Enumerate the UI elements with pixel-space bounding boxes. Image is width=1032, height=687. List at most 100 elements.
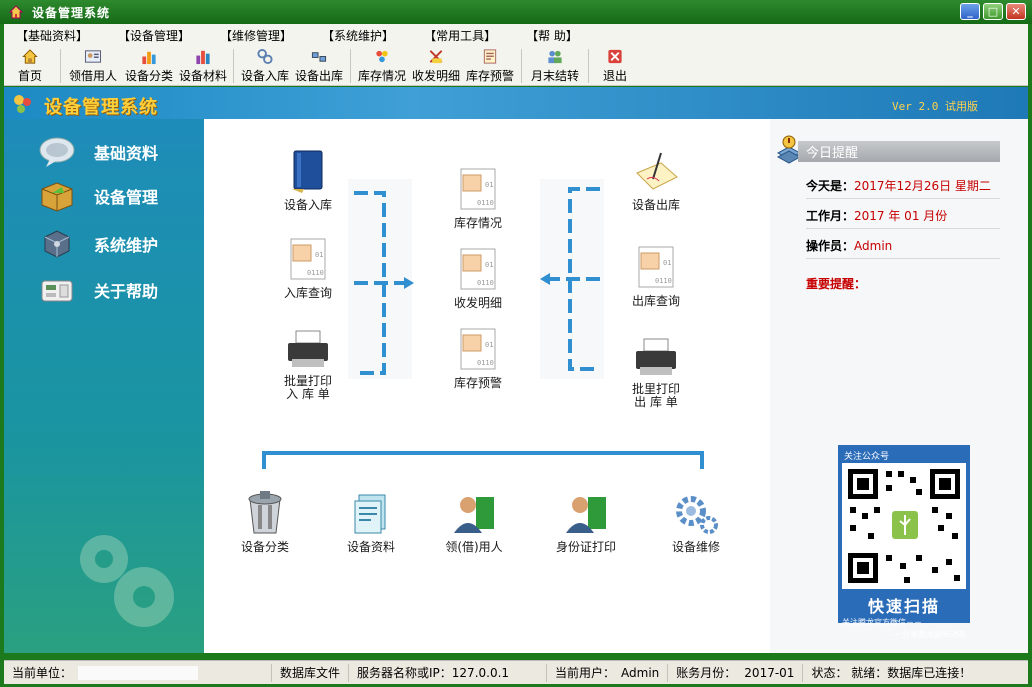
toolbar-inbound-button[interactable]: 设备入库 xyxy=(238,46,292,84)
svg-text:0110: 0110 xyxy=(655,277,672,285)
status-server: 服务器名称或IP：127.0.0.1 xyxy=(349,663,548,682)
app-icon xyxy=(8,5,24,19)
signing-icon xyxy=(636,152,678,190)
trash-can-icon xyxy=(248,491,282,534)
detail-icon xyxy=(429,50,443,64)
flow-stock[interactable]: 01 0110 库存情况 xyxy=(438,167,518,230)
title-bar: 设备管理系统 _ □ ✕ xyxy=(0,0,1032,24)
minimize-button[interactable]: _ xyxy=(960,3,980,20)
spreadsheet-icon: 01 0110 xyxy=(290,238,326,280)
stock-icon xyxy=(376,50,388,63)
inbound-icon xyxy=(257,48,273,65)
svg-text:01: 01 xyxy=(485,341,493,349)
toolbar-category-button[interactable]: 设备分类 xyxy=(121,46,177,84)
toolbar-monthend-button[interactable]: 月末结转 xyxy=(526,46,584,84)
toolbar-exit-button[interactable]: 退出 xyxy=(593,46,637,84)
cube-icon xyxy=(44,230,70,258)
maximize-button[interactable]: □ xyxy=(983,3,1003,20)
close-button[interactable]: ✕ xyxy=(1006,3,1026,20)
sidebar-item-equipment[interactable]: 设备管理 xyxy=(38,177,204,215)
person-book-icon xyxy=(566,497,606,533)
menu-basic-data[interactable]: 【基础资料】 xyxy=(16,27,88,44)
toolbar-materials-button[interactable]: 设备材料 xyxy=(177,46,229,84)
status-current-unit: 当前单位： xyxy=(4,663,272,682)
flow-outbound[interactable]: 设备出库 xyxy=(616,149,696,212)
svg-text:0110: 0110 xyxy=(477,279,494,287)
person-book-icon xyxy=(454,497,494,533)
menu-bar: 【基础资料】 【设备管理】 【维修管理】 【系统维护】 【常用工具】 【帮 助】 xyxy=(4,24,1028,46)
status-account-month: 账务月份： 2017-01 xyxy=(668,663,804,682)
sidebar: 基础资料 设备管理 系统维护 关于帮助 xyxy=(4,119,204,653)
reminder-panel: 今日提醒 今天是： 2017年12月26日 星期二 工作月： 2017 年 01… xyxy=(770,119,1028,653)
phone-icon xyxy=(41,280,73,302)
qr-scan-label: 快速扫描 xyxy=(867,597,940,616)
header-band: 设备管理系统 Ver 2.0 试用版 xyxy=(4,87,1028,119)
svg-text:01: 01 xyxy=(663,259,671,267)
brand-title: 设备管理系统 xyxy=(44,97,158,118)
box-icon xyxy=(41,182,73,212)
bottom-node-borrower[interactable]: 领(借)用人 xyxy=(438,491,510,554)
window-title: 设备管理系统 xyxy=(32,5,111,20)
outbound-icon xyxy=(311,52,327,62)
toolbar: 首页 领借用人 设备分类 设备材料 设备入库 设备出库 库存情况 收发明细 库存… xyxy=(4,46,1028,86)
toolbar-borrower-button[interactable]: 领借用人 xyxy=(65,46,121,84)
work-month-row: 工作月： 2017 年 01 月份 xyxy=(806,203,1000,229)
flow-warning[interactable]: 01 0110 库存预警 xyxy=(438,327,518,390)
qr-sub-label-1: 关注腾龙官方微信－－ xyxy=(842,618,922,627)
bottom-connector xyxy=(262,451,704,469)
sidebar-item-system[interactable]: 系统维护 xyxy=(38,225,204,263)
menu-maintenance[interactable]: 【维修管理】 xyxy=(220,27,292,44)
logo-icon xyxy=(14,95,31,113)
home-icon xyxy=(22,49,38,64)
menu-help[interactable]: 【帮 助】 xyxy=(526,27,578,44)
flow-batch-print-in[interactable]: 批量打印 入 库 单 xyxy=(268,329,348,401)
flow-inbound[interactable]: 设备入库 xyxy=(276,149,340,212)
flow-detail[interactable]: 01 0110 收发明细 xyxy=(438,247,518,310)
qr-card[interactable]: 关注公众号 快速扫描 关注腾龙官方微信－－ －－分享腾龙最新动态 xyxy=(838,445,970,639)
svg-text:01: 01 xyxy=(485,261,493,269)
menu-equipment[interactable]: 【设备管理】 xyxy=(118,27,190,44)
flow-inbound-query[interactable]: 01 0110 入库查询 xyxy=(268,237,348,300)
unit-value-blank xyxy=(78,665,199,680)
svg-text:01: 01 xyxy=(315,251,323,259)
warning-icon xyxy=(483,49,497,64)
qr-sub-label-2: －－分享腾龙最新动态 xyxy=(886,630,966,639)
exit-icon xyxy=(608,49,622,64)
menu-system[interactable]: 【系统维护】 xyxy=(322,27,394,44)
status-state: 状态： 就绪：数据库已连接！ xyxy=(811,666,972,680)
reminder-header: 今日提醒 xyxy=(798,141,1000,162)
gears-decoration-icon xyxy=(80,535,174,627)
svg-text:01: 01 xyxy=(485,181,493,189)
main-flow-area: 设备入库 01 0110 入库查询 批量打印 入 库 单 01 0110 库存情况 … xyxy=(204,119,770,653)
documents-icon xyxy=(354,494,386,534)
svg-text:0110: 0110 xyxy=(307,269,324,277)
sidebar-item-basic-data[interactable]: 基础资料 xyxy=(38,133,204,171)
status-user: 当前用户： Admin xyxy=(547,663,669,682)
bottom-node-category[interactable]: 设备分类 xyxy=(232,485,298,554)
menu-tools[interactable]: 【常用工具】 xyxy=(424,27,496,44)
status-bar: 当前单位： 数据库文件 服务器名称或IP：127.0.0.1 当前用户： Adm… xyxy=(4,660,1028,684)
toolbar-outbound-button[interactable]: 设备出库 xyxy=(292,46,346,84)
left-bracket-connector xyxy=(348,179,414,379)
bar-chart-icon xyxy=(142,51,156,65)
person-card-icon xyxy=(84,50,102,63)
flow-batch-print-out[interactable]: 批里打印 出 库 单 xyxy=(616,337,696,409)
operator-row: 操作员： Admin xyxy=(806,233,1000,259)
qr-title: 关注公众号 xyxy=(844,452,890,462)
sidebar-item-help[interactable]: 关于帮助 xyxy=(38,271,204,309)
spreadsheet-icon: 01 0110 xyxy=(638,246,674,288)
bottom-node-id-print[interactable]: 身份证打印 xyxy=(544,491,628,554)
spreadsheet-icon: 01 0110 xyxy=(460,248,496,290)
printer-icon xyxy=(636,338,676,375)
bottom-node-materials[interactable]: 设备资料 xyxy=(338,491,404,554)
gear-icon xyxy=(676,496,718,534)
bottom-node-repair[interactable]: 设备维修 xyxy=(660,491,732,554)
status-db-file: 数据库文件 xyxy=(272,663,350,682)
flow-outbound-query[interactable]: 01 0110 出库查询 xyxy=(616,245,696,308)
svg-text:0110: 0110 xyxy=(477,199,494,207)
toolbar-stock-button[interactable]: 库存情况 xyxy=(355,46,409,84)
toolbar-warning-button[interactable]: 库存预警 xyxy=(463,46,517,84)
toolbar-detail-button[interactable]: 收发明细 xyxy=(409,46,463,84)
toolbar-home-button[interactable]: 首页 xyxy=(4,46,56,84)
version-label: Ver 2.0 试用版 xyxy=(892,100,978,113)
